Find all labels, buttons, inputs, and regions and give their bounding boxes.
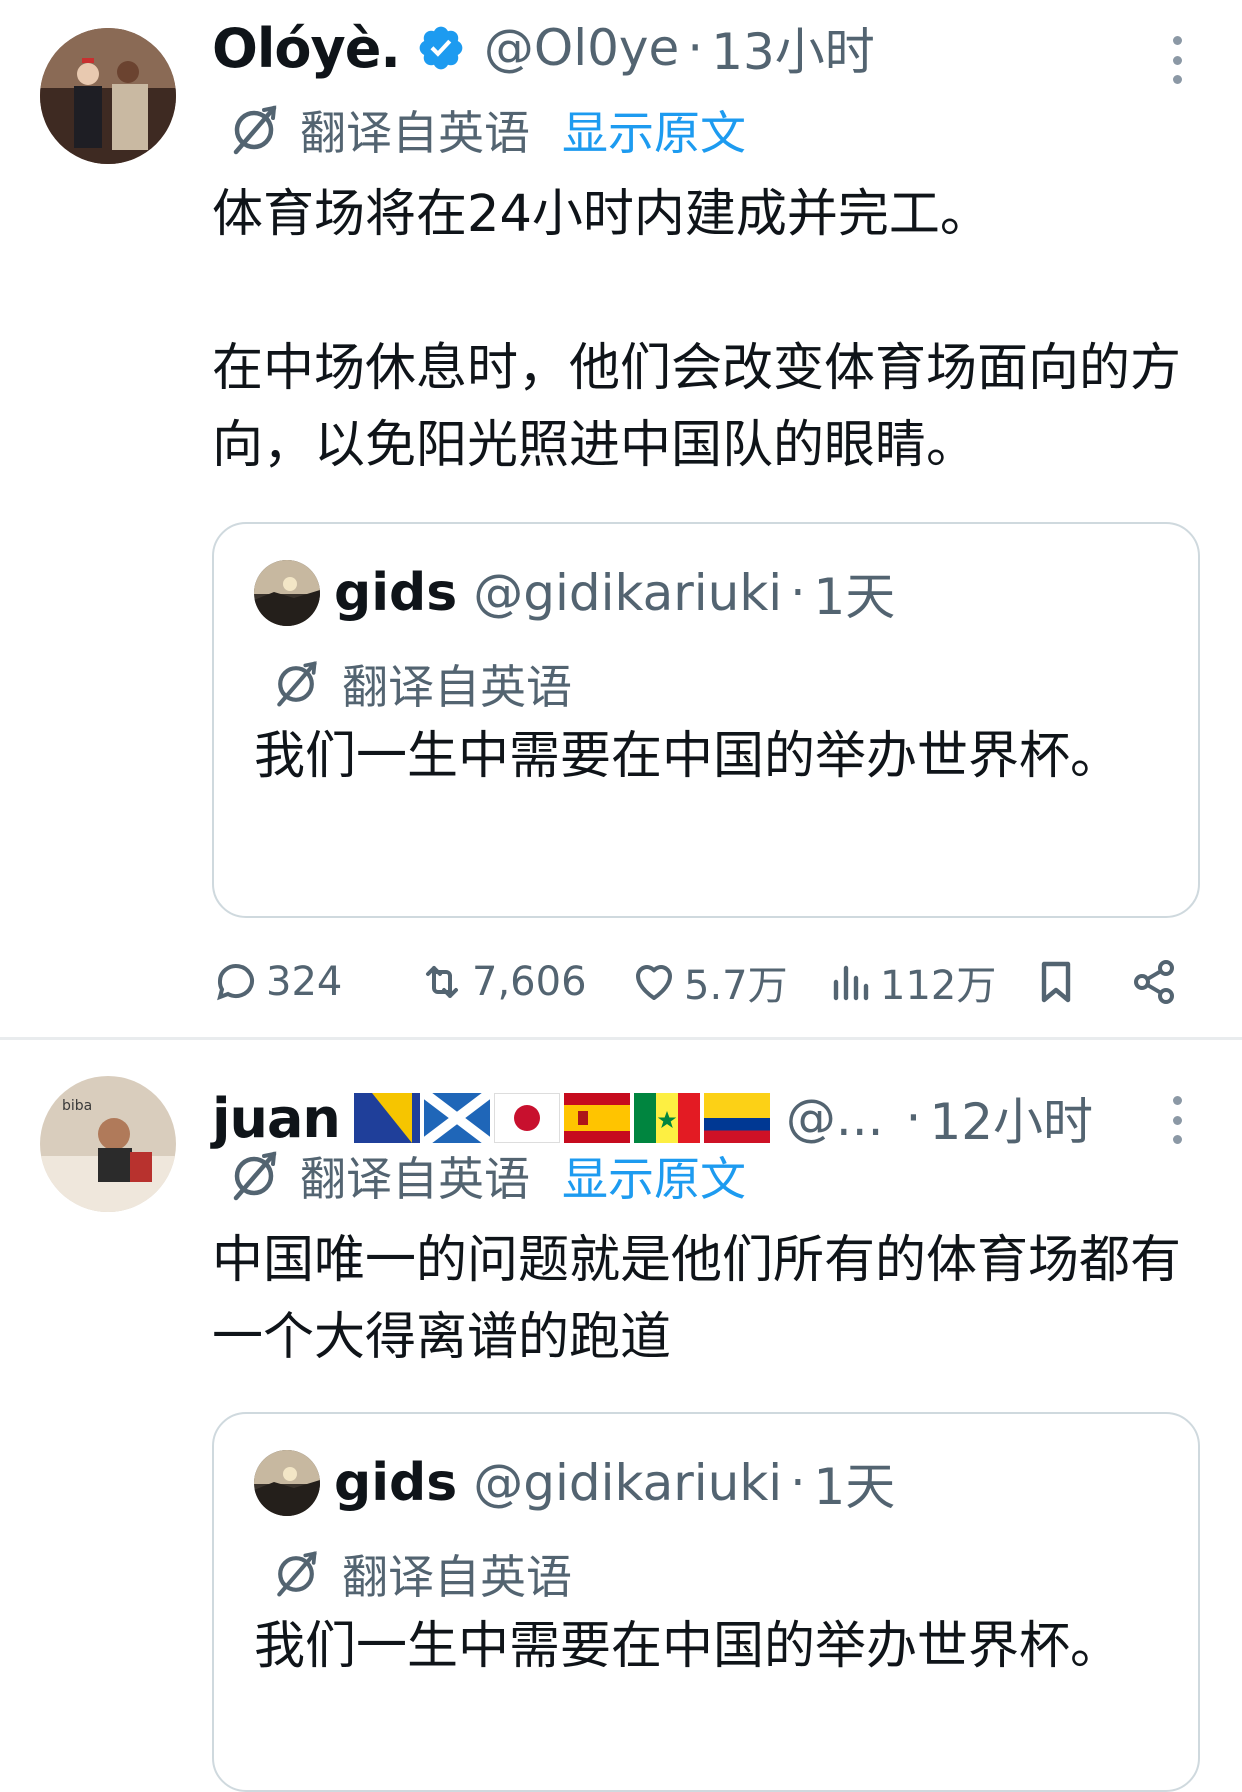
show-original-link[interactable]: 显示原文 <box>562 1143 746 1209</box>
quote-user-handle: @gidikariuki <box>473 564 783 622</box>
share-icon <box>1134 960 1174 1004</box>
spain-flag-icon <box>563 1093 630 1143</box>
senegal-flag-icon <box>633 1093 700 1143</box>
reply-icon <box>217 964 254 1001</box>
bookmark-button[interactable] <box>1032 950 1080 1014</box>
views-button[interactable]: 112万 <box>826 950 996 1014</box>
quote-header: gids @gidikariuki · 1天 <box>254 558 895 628</box>
like-count: 5.7万 <box>684 963 788 1009</box>
tweet[interactable]: Olóyè. @Ol0ye · 13小时 翻译自英语 显示原文 体育场将在24小… <box>0 0 1242 1037</box>
colombia-flag-icon <box>703 1093 770 1143</box>
views-icon <box>833 965 869 1001</box>
quote-avatar <box>254 1450 320 1516</box>
separator-dot: · <box>790 1455 806 1511</box>
timestamp[interactable]: 12小时 <box>929 1082 1093 1154</box>
verified-badge-icon <box>419 26 463 70</box>
quote-translation-row: 翻译自英语 <box>270 652 572 716</box>
display-name[interactable]: juan <box>212 1087 341 1150</box>
bookmark-icon <box>1041 961 1071 1003</box>
tweet-text: 中国唯一的问题就是他们所有的体育场都有一个大得离谱的跑道 <box>212 1222 1212 1376</box>
show-original-link[interactable]: 显示原文 <box>562 97 746 163</box>
more-icon[interactable] <box>1165 30 1189 90</box>
avatar-caption: biba <box>62 1098 92 1114</box>
translated-label: 翻译自英语 <box>300 1152 530 1206</box>
quote-timestamp: 1天 <box>813 568 896 626</box>
translated-label: 翻译自英语 <box>300 106 530 160</box>
like-icon <box>636 965 672 1000</box>
japan-flag-icon <box>493 1093 560 1143</box>
scotland-flag-icon <box>423 1093 490 1143</box>
translated-label: 翻译自英语 <box>342 1550 572 1604</box>
user-handle[interactable]: @Ol0ye <box>484 19 679 77</box>
quote-text: 我们一生中需要在中国的举办世界杯。 <box>254 727 1122 786</box>
user-handle[interactable]: @... <box>786 1089 884 1147</box>
quote-user-handle: @gidikariuki <box>473 1454 783 1512</box>
separator-dot: · <box>790 565 806 621</box>
quote-display-name: gids <box>334 1453 458 1513</box>
tweet-text: 体育场将在24小时内建成并完工。 在中场休息时，他们会改变体育场面向的方向，以免… <box>212 176 1212 484</box>
translate-icon <box>233 105 277 155</box>
quoted-tweet[interactable]: gids @gidikariuki · 1天 翻译自英语 我们一生中需要在中国的… <box>212 1412 1200 1792</box>
translate-icon <box>233 1151 277 1201</box>
retweet-icon <box>426 966 458 998</box>
quote-translation-row: 翻译自英语 <box>270 1542 572 1606</box>
view-count: 112万 <box>880 963 997 1009</box>
more-icon[interactable] <box>1165 1090 1189 1150</box>
reply-button[interactable]: 324 <box>212 950 342 1014</box>
tweet-header: Olóyè. @Ol0ye · 13小时 <box>212 8 875 88</box>
quote-display-name: gids <box>334 563 458 623</box>
bosnia-flag-icon <box>353 1093 420 1143</box>
display-name[interactable]: Olóyè. <box>212 17 401 80</box>
quote-header: gids @gidikariuki · 1天 <box>254 1448 895 1518</box>
translated-label: 翻译自英语 <box>342 660 572 714</box>
quote-timestamp: 1天 <box>813 1458 896 1516</box>
quoted-tweet[interactable]: gids @gidikariuki · 1天 翻译自英语 我们一生中需要在中国的… <box>212 522 1200 918</box>
share-button[interactable] <box>1130 950 1178 1014</box>
translate-icon <box>277 1551 317 1597</box>
retweet-count: 7,606 <box>472 959 587 1005</box>
translation-row: 翻译自英语 显示原文 <box>226 98 746 162</box>
reply-count: 324 <box>266 959 343 1005</box>
separator-dot: · <box>905 1089 922 1147</box>
tweet-paragraph: 中国唯一的问题就是他们所有的体育场都有一个大得离谱的跑道 <box>212 1231 1182 1367</box>
translate-icon <box>277 661 317 707</box>
action-bar: 324 7,606 5.7万 112万 <box>212 950 1202 1014</box>
timestamp[interactable]: 13小时 <box>711 12 875 84</box>
flag-list <box>353 1093 770 1143</box>
like-button[interactable]: 5.7万 <box>630 950 788 1014</box>
tweet[interactable]: biba juan @... · 12小时 翻译自英语 显示原文 中国唯一的问题… <box>0 1040 1242 1792</box>
separator-dot: · <box>687 19 704 77</box>
tweet-paragraph: 在中场休息时，他们会改变体育场面向的方向，以免阳光照进中国队的眼睛。 <box>212 339 1182 475</box>
translation-row: 翻译自英语 显示原文 <box>226 1144 746 1208</box>
quote-avatar <box>254 560 320 626</box>
quote-text: 我们一生中需要在中国的举办世界杯。 <box>254 1617 1122 1676</box>
retweet-button[interactable]: 7,606 <box>418 950 587 1014</box>
tweet-paragraph: 体育场将在24小时内建成并完工。 <box>212 185 991 244</box>
avatar[interactable] <box>40 28 176 164</box>
avatar[interactable]: biba <box>40 1076 176 1212</box>
